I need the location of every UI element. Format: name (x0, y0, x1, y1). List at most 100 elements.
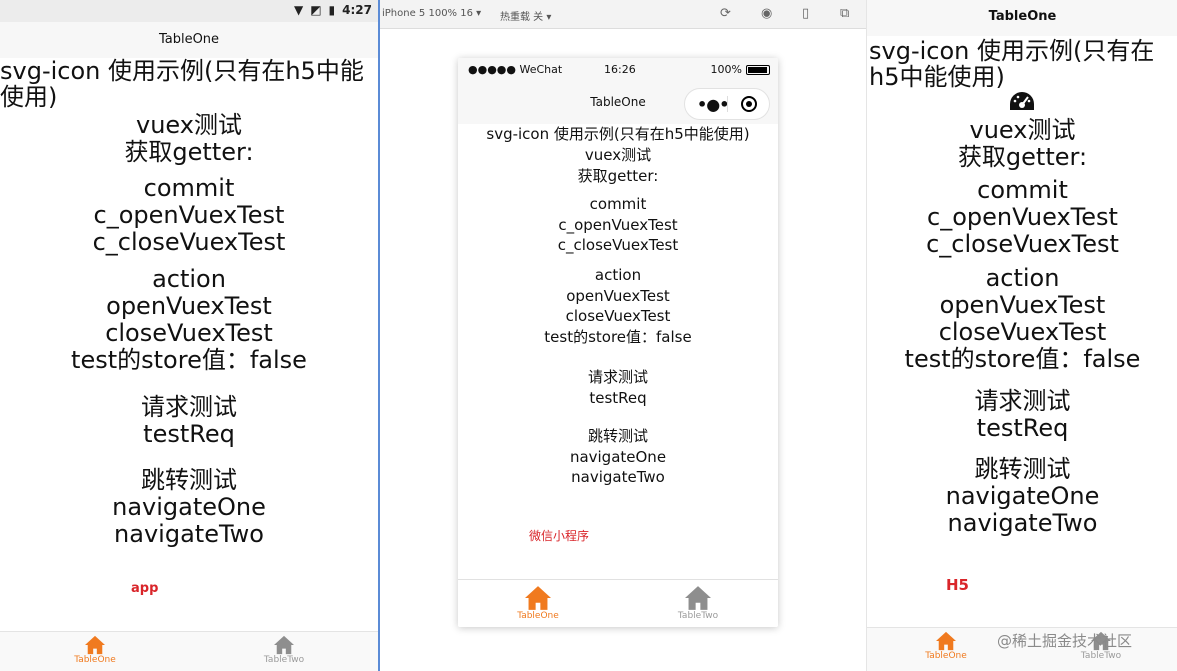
hot-reload-toggle[interactable]: 热重载 关 ▾ (500, 8, 551, 23)
device-select[interactable]: iPhone 5 100% 16 ▾ (382, 8, 481, 19)
home-icon (274, 635, 294, 655)
action-section: action openVuexTest closeVuexTest test的s… (458, 265, 778, 347)
watermark-text: @稀土掘金技术社区 (997, 632, 1133, 650)
store-value-text: test的store值：false (71, 346, 307, 374)
navigate-two-button[interactable]: navigateTwo (867, 510, 1177, 537)
action-title: action (152, 265, 226, 293)
svg-icon-heading: svg-icon 使用示例(只有在h5中能使用) (869, 37, 1155, 91)
c-open-vuex-test-button[interactable]: c_openVuexTest (458, 215, 778, 236)
c-close-vuex-test-button[interactable]: c_closeVuexTest (0, 229, 378, 256)
navigate-section: 跳转测试 navigateOne navigateTwo (867, 456, 1177, 537)
wifi-icon: ▼ (293, 3, 304, 17)
tab-tableone[interactable]: TableOne (906, 631, 986, 661)
action-section: action openVuexTest closeVuexTest test的s… (0, 266, 378, 374)
vuex-title: vuex测试 (969, 116, 1076, 144)
action-title: action (594, 266, 642, 284)
vuex-title: vuex测试 (136, 111, 242, 139)
close-vuex-test-button[interactable]: closeVuexTest (458, 306, 778, 327)
request-title: 请求测试 (974, 387, 1071, 415)
action-section: action openVuexTest closeVuexTest test的s… (867, 265, 1177, 373)
h5-preview-panel: TableOne svg-icon 使用示例(只有在h5中能使用) vuex测试… (866, 0, 1177, 671)
store-value-text: test的store值：false (544, 327, 692, 346)
android-status-bar: ▼ ◩ ▮ 4:27 (0, 0, 378, 22)
close-vuex-test-button[interactable]: closeVuexTest (0, 320, 378, 347)
c-open-vuex-test-button[interactable]: c_openVuexTest (0, 202, 378, 229)
window-icon[interactable]: ⧉ (840, 6, 849, 21)
action-title: action (985, 264, 1060, 292)
tab-label: TableTwo (677, 611, 719, 621)
navigate-title: 跳转测试 (974, 455, 1071, 483)
capsule-close-icon[interactable] (741, 96, 757, 112)
refresh-icon[interactable]: ⟳ (720, 6, 731, 21)
navigate-one-button[interactable]: navigateOne (867, 483, 1177, 510)
gauge-icon (1010, 92, 1034, 110)
getter-label: 获取getter: (124, 138, 254, 166)
c-close-vuex-test-button[interactable]: c_closeVuexTest (867, 231, 1177, 258)
tab-tabletwo[interactable]: TableTwo (658, 585, 738, 621)
home-icon (685, 586, 711, 610)
tab-bar: TableOne TableTwo (458, 579, 778, 627)
commit-title: commit (143, 174, 235, 202)
store-value-text: test的store值：false (904, 345, 1141, 373)
commit-section: commit c_openVuexTest c_closeVuexTest (458, 194, 778, 256)
wechat-simulator: ●●●●● WeChat 16:26 100% TableOne •●• svg… (458, 58, 778, 627)
navigate-section: 跳转测试 navigateOne navigateTwo (458, 426, 778, 488)
status-time: 4:27 (342, 3, 372, 17)
tab-label: TableTwo (1080, 651, 1122, 661)
tab-tableone[interactable]: TableOne (498, 585, 578, 621)
navigate-title: 跳转测试 (141, 466, 237, 494)
commit-section: commit c_openVuexTest c_closeVuexTest (867, 177, 1177, 258)
capsule-divider (727, 96, 728, 112)
page-title: TableOne (867, 0, 1177, 36)
home-icon (936, 631, 956, 651)
platform-label: 微信小程序 (529, 529, 590, 543)
app-preview-panel: ▼ ◩ ▮ 4:27 TableOne svg-icon 使用示例(只有在h5中… (0, 0, 378, 671)
svg-icon-heading: svg-icon 使用示例(只有在h5中能使用) (486, 125, 750, 143)
navigate-two-button[interactable]: navigateTwo (458, 467, 778, 488)
record-icon[interactable]: ◉ (761, 6, 772, 21)
navigate-one-button[interactable]: navigateOne (458, 447, 778, 468)
commit-section: commit c_openVuexTest c_closeVuexTest (0, 175, 378, 256)
navigate-one-button[interactable]: navigateOne (0, 494, 378, 521)
request-section: 请求测试 testReq (867, 388, 1177, 442)
vuex-section: vuex测试 获取getter: (867, 117, 1177, 171)
more-dots-icon[interactable]: •●• (697, 95, 729, 114)
c-close-vuex-test-button[interactable]: c_closeVuexTest (458, 235, 778, 256)
wechat-nav-bar: TableOne •●• (458, 80, 778, 124)
battery-indicator: 100% (711, 63, 770, 76)
carrier-text: ●●●●● WeChat (468, 63, 563, 76)
battery-icon (746, 64, 770, 75)
getter-label: 获取getter: (577, 166, 659, 185)
request-section: 请求测试 testReq (458, 367, 778, 408)
tab-tabletwo[interactable]: TableTwo (244, 635, 324, 665)
open-vuex-test-button[interactable]: openVuexTest (867, 292, 1177, 319)
navigate-title: 跳转测试 (587, 427, 648, 445)
commit-title: commit (589, 195, 647, 213)
battery-percent: 100% (710, 63, 742, 76)
status-time: 16:26 (604, 63, 636, 76)
vuex-title: vuex测试 (584, 146, 652, 164)
platform-label: H5 (946, 576, 969, 594)
vuex-section: vuex测试 获取getter: (0, 112, 378, 166)
test-req-button[interactable]: testReq (0, 421, 378, 448)
tab-tableone[interactable]: TableOne (55, 635, 135, 665)
close-vuex-test-button[interactable]: closeVuexTest (867, 319, 1177, 346)
simulator-toolbar: iPhone 5 100% 16 ▾ 热重载 关 ▾ ⟳ ◉ ▯ ⧉ (380, 0, 866, 29)
vuex-section: vuex测试 获取getter: (458, 145, 778, 186)
open-vuex-test-button[interactable]: openVuexTest (0, 293, 378, 320)
request-title: 请求测试 (141, 393, 237, 421)
phone-icon[interactable]: ▯ (802, 6, 809, 21)
tab-label: TableOne (517, 611, 559, 621)
wechat-status-bar: ●●●●● WeChat 16:26 100% (458, 58, 778, 80)
wechat-devtools-panel: iPhone 5 100% 16 ▾ 热重载 关 ▾ ⟳ ◉ ▯ ⧉ ●●●●●… (380, 0, 866, 671)
home-icon (525, 586, 551, 610)
c-open-vuex-test-button[interactable]: c_openVuexTest (867, 204, 1177, 231)
signal-icon: ◩ (310, 3, 322, 17)
test-req-button[interactable]: testReq (458, 388, 778, 409)
navigate-two-button[interactable]: navigateTwo (0, 521, 378, 548)
menu-capsule: •●• (684, 88, 770, 120)
getter-label: 获取getter: (957, 143, 1088, 171)
open-vuex-test-button[interactable]: openVuexTest (458, 286, 778, 307)
test-req-button[interactable]: testReq (867, 415, 1177, 442)
home-icon (85, 635, 105, 655)
